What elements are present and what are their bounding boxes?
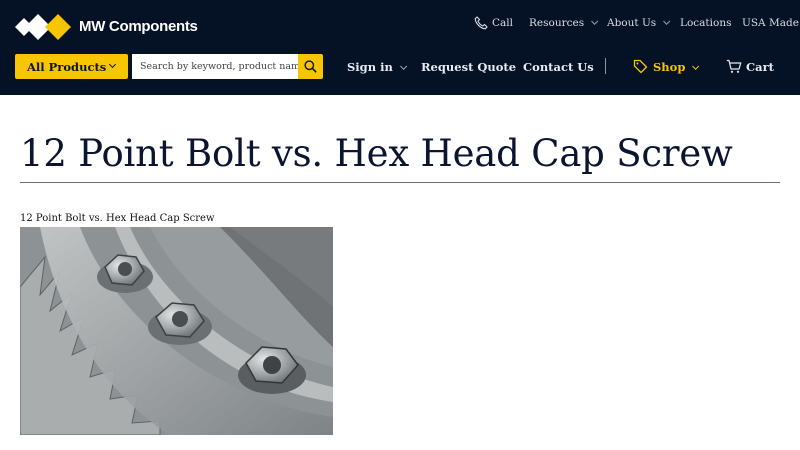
brand-name[interactable]: MW Components bbox=[79, 18, 198, 35]
chevron-down-icon bbox=[591, 17, 599, 25]
title-divider bbox=[20, 182, 780, 183]
shop-label: Shop bbox=[653, 60, 686, 74]
contact-us-link[interactable]: Contact Us bbox=[523, 60, 594, 74]
search-icon bbox=[304, 60, 317, 73]
search-input[interactable] bbox=[132, 54, 298, 79]
image-caption: 12 Point Bolt vs. Hex Head Cap Screw bbox=[20, 213, 215, 224]
nav-divider bbox=[605, 58, 606, 74]
top-nav-resources[interactable]: Resources bbox=[529, 17, 599, 31]
top-nav-locations[interactable]: Locations bbox=[680, 17, 732, 31]
sign-in-menu[interactable]: Sign in bbox=[347, 60, 407, 74]
logo-mark-icon[interactable] bbox=[15, 14, 71, 40]
search-button[interactable] bbox=[298, 54, 323, 79]
all-products-button[interactable]: All Products bbox=[15, 54, 128, 79]
tag-icon bbox=[633, 59, 648, 74]
top-nav-about[interactable]: About Us bbox=[607, 17, 671, 31]
sign-in-label: Sign in bbox=[347, 60, 393, 74]
top-nav-call[interactable]: Call bbox=[492, 17, 513, 31]
page-title: 12 Point Bolt vs. Hex Head Cap Screw bbox=[20, 132, 733, 175]
bolts-photo bbox=[20, 227, 333, 435]
top-nav-resources-label: Resources bbox=[529, 17, 585, 29]
top-nav-about-label: About Us bbox=[607, 17, 657, 29]
cart-icon[interactable] bbox=[726, 59, 742, 74]
chevron-down-icon bbox=[108, 60, 117, 69]
chevron-down-icon bbox=[692, 62, 700, 70]
cart-link[interactable]: Cart bbox=[746, 60, 774, 74]
chevron-down-icon bbox=[663, 17, 671, 25]
chevron-down-icon bbox=[399, 62, 407, 70]
phone-icon[interactable] bbox=[474, 16, 488, 30]
shop-menu[interactable]: Shop bbox=[653, 60, 700, 74]
request-quote-link[interactable]: Request Quote bbox=[421, 60, 516, 74]
all-products-label: All Products bbox=[27, 60, 107, 74]
top-nav-usa-made[interactable]: USA Made bbox=[742, 17, 799, 31]
site-header: MW Components Call Resources About Us Lo… bbox=[0, 0, 800, 95]
